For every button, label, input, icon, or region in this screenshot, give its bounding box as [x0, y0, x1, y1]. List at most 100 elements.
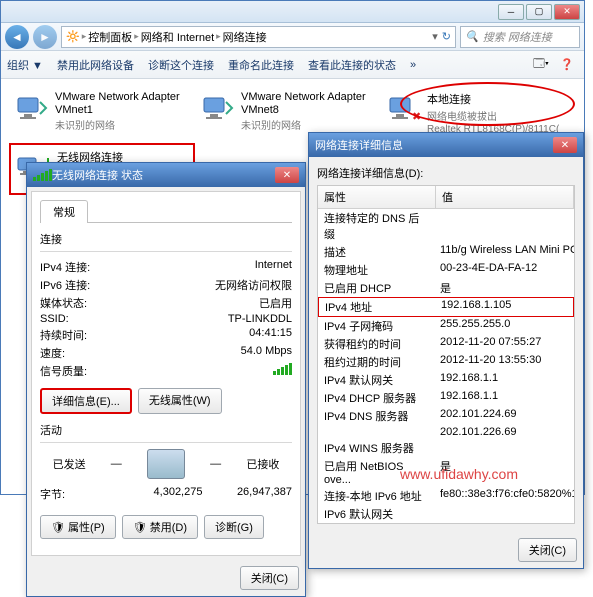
dialog-close-button[interactable]: ✕: [553, 137, 577, 153]
adapter-name: VMware Network Adapter: [241, 91, 366, 103]
breadcrumb-network-internet[interactable]: 网络和 Internet: [141, 29, 214, 45]
row-key: 速度:: [40, 345, 140, 361]
activity-sep: —: [210, 458, 221, 470]
maximize-button[interactable]: ▢: [526, 4, 552, 20]
row-value: 04:41:15: [140, 327, 292, 343]
dialog-title: 网络连接详细信息: [315, 137, 403, 153]
view-status-button[interactable]: 查看此连接的状态: [308, 57, 396, 73]
row-value: 54.0 Mbps: [140, 345, 292, 361]
rename-button[interactable]: 重命名此连接: [228, 57, 294, 73]
row-value: 11b/g Wireless LAN Mini PCI Ex: [436, 243, 574, 261]
minimize-button[interactable]: ─: [498, 4, 524, 20]
watermark: www.ufidawhy.com: [400, 466, 518, 482]
col-property[interactable]: 属性: [318, 186, 436, 208]
details-row: 连接特定的 DNS 后缀: [318, 209, 574, 243]
wifi-status-dialog: 无线网络连接 状态 ✕ 常规 连接 IPv4 连接:InternetIPv6 连…: [26, 162, 306, 597]
row-value: fe80::38e3:f76:cfe0:5820%13: [436, 487, 574, 505]
tab-general[interactable]: 常规: [40, 200, 88, 223]
back-button[interactable]: ◄: [5, 25, 29, 49]
breadcrumb-control-panel[interactable]: 控制面板: [88, 29, 132, 45]
row-key: 获得租约的时间: [318, 335, 436, 353]
breadcrumb-network-connections[interactable]: 网络连接: [223, 29, 267, 45]
row-key: 租约过期的时间: [318, 353, 436, 371]
row-key: 连接特定的 DNS 后缀: [318, 209, 436, 243]
refresh-icon[interactable]: ↻: [442, 30, 451, 43]
row-value: Internet: [140, 259, 292, 275]
close-button[interactable]: ✕: [554, 4, 580, 20]
adapter-name: VMware Network Adapter: [55, 91, 180, 103]
signal-icon: [33, 169, 52, 181]
row-value: TP-LINKDDL: [140, 313, 292, 325]
details-row: IPv6 默认网关: [318, 505, 574, 523]
wireless-properties-button[interactable]: 无线属性(W): [138, 388, 222, 414]
details-row: 202.101.226.69: [318, 425, 574, 439]
adapter-status: 未识别的网络: [55, 117, 180, 132]
dialog-titlebar: 网络连接详细信息 ✕: [309, 133, 583, 157]
details-row: IPv4 WINS 服务器: [318, 439, 574, 457]
diagnose-button[interactable]: 诊断(G): [204, 515, 264, 539]
row-key: 持续时间:: [40, 327, 140, 343]
details-row: IPv4 DNS 服务器202.101.224.69: [318, 407, 574, 425]
row-value: 202.101.226.69: [436, 425, 574, 439]
details-header: 网络连接详细信息(D):: [317, 165, 575, 181]
details-row: IPv4 DHCP 服务器192.168.1.1: [318, 389, 574, 407]
row-key: IPv4 DHCP 服务器: [318, 389, 436, 407]
row-value: 202.101.224.69: [436, 407, 574, 425]
row-key: IPv4 地址: [319, 298, 437, 316]
disable-device-button[interactable]: 禁用此网络设备: [57, 57, 134, 73]
row-key: IPv4 默认网关: [318, 371, 436, 389]
activity-icon: [147, 449, 185, 479]
organize-menu[interactable]: 组织 ▼: [7, 57, 43, 73]
svg-text:✖: ✖: [412, 111, 420, 123]
properties-button[interactable]: 🛡 属性(P): [40, 515, 116, 539]
help-icon[interactable]: ❓: [556, 55, 578, 75]
row-key: 物理地址: [318, 261, 436, 279]
connection-label: 连接: [40, 231, 292, 247]
row-key: 连接-本地 IPv6 地址: [318, 487, 436, 505]
row-key: IPv6 默认网关: [318, 505, 436, 523]
row-key: SSID:: [40, 313, 140, 325]
adapter-icon: [199, 91, 235, 127]
dropdown-icon[interactable]: ▾: [432, 30, 438, 43]
row-value: 00-23-4E-DA-FA-12: [436, 261, 574, 279]
status-row: IPv4 连接:Internet: [40, 258, 292, 276]
search-input[interactable]: 🔍 搜索 网络连接: [460, 26, 580, 48]
view-options-icon[interactable]: 🗔▾: [530, 55, 552, 75]
details-button[interactable]: 详细信息(E)...: [40, 388, 132, 414]
activity-sep: —: [111, 458, 122, 470]
adapter-name: 本地连接: [427, 91, 559, 107]
row-value: 192.168.1.1: [436, 389, 574, 407]
status-row: 速度:54.0 Mbps: [40, 344, 292, 362]
dialog-close-button[interactable]: ✕: [275, 167, 299, 183]
dialog-titlebar: 无线网络连接 状态 ✕: [27, 163, 305, 187]
details-row: 租约过期的时间2012-11-20 13:55:30: [318, 353, 574, 371]
row-key: IPv4 子网掩码: [318, 317, 436, 335]
signal-quality-label: 信号质量:: [40, 363, 140, 379]
adapter-vmnet1[interactable]: VMware Network Adapter VMnet1 未识别的网络: [9, 87, 191, 139]
details-row: 物理地址00-23-4E-DA-FA-12: [318, 261, 574, 279]
row-key: IPv4 DNS 服务器: [318, 407, 436, 425]
details-row: IPv4 地址192.168.1.105: [318, 297, 574, 317]
diagnose-button[interactable]: 诊断这个连接: [148, 57, 214, 73]
list-header: 属性 值: [318, 186, 574, 209]
row-key: 媒体状态:: [40, 295, 140, 311]
details-row: 已启用 DHCP是: [318, 279, 574, 297]
row-value: 是: [436, 279, 574, 297]
activity-label: 活动: [40, 422, 292, 438]
adapter-status: 未识别的网络: [241, 117, 366, 132]
col-value[interactable]: 值: [436, 186, 574, 208]
forward-button[interactable]: ►: [33, 25, 57, 49]
adapter-status: 网络电缆被拔出: [427, 108, 559, 123]
breadcrumb[interactable]: 🔆 ▸ 控制面板 ▸ 网络和 Internet ▸ 网络连接 ▾ ↻: [61, 26, 456, 48]
close-button[interactable]: 关闭(C): [240, 566, 299, 590]
details-row: IPv4 默认网关192.168.1.1: [318, 371, 574, 389]
close-button[interactable]: 关闭(C): [518, 538, 577, 562]
row-key: IPv4 连接:: [40, 259, 140, 275]
row-value: 2012-11-20 07:55:27: [436, 335, 574, 353]
status-row: 持续时间:04:41:15: [40, 326, 292, 344]
disable-button[interactable]: 🛡 禁用(D): [122, 515, 198, 539]
tab-strip: 常规: [40, 200, 292, 223]
more-button[interactable]: »: [410, 59, 416, 71]
toolbar: 组织 ▼ 禁用此网络设备 诊断这个连接 重命名此连接 查看此连接的状态 » 🗔▾…: [1, 51, 584, 79]
details-row: 描述11b/g Wireless LAN Mini PCI Ex: [318, 243, 574, 261]
